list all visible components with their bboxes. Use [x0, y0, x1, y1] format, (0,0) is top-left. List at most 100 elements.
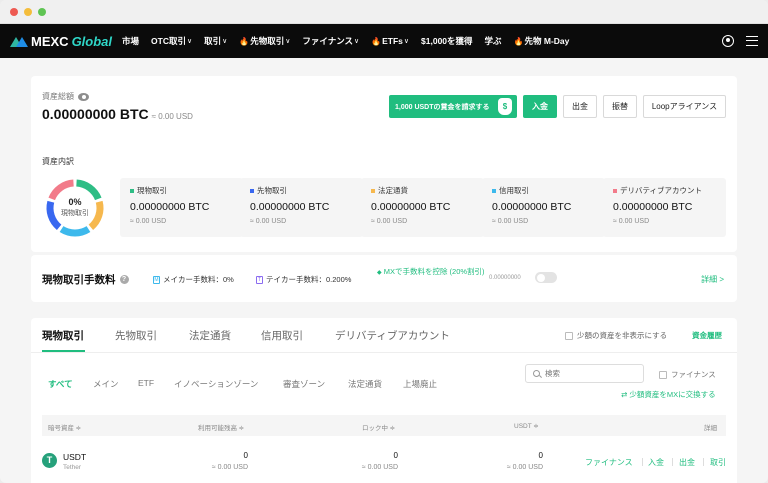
filter-1[interactable]: メイン	[93, 378, 119, 390]
deposit-button[interactable]: 入金	[523, 95, 557, 118]
available-balance: 0 ≈ 0.00 USD	[212, 451, 248, 471]
deposit-action-link[interactable]: 入金	[648, 457, 664, 468]
fire-icon: 🔥	[371, 36, 382, 46]
money-bag-icon: $	[498, 98, 512, 115]
account-name: 信用取引	[492, 185, 595, 196]
fee-detail-link[interactable]: 詳細 >	[701, 274, 724, 285]
search-box[interactable]	[525, 364, 644, 383]
donut-segment	[59, 225, 91, 237]
maker-fee-text: メイカー手数料：0%	[163, 275, 234, 284]
convert-link-text: 少額資産をMXに交換する	[629, 390, 716, 399]
col-available[interactable]: 利用可能残高 ≑	[198, 422, 244, 432]
donut-subtitle: 現物取引	[61, 210, 89, 217]
account-usd: ≈ 0.00 USD	[613, 218, 650, 225]
fire-icon: 🔥	[239, 36, 250, 46]
tab-4[interactable]: デリバティブアカウント	[335, 328, 450, 343]
hide-small-checkbox[interactable]	[565, 331, 573, 340]
tether-icon: T	[42, 453, 57, 468]
nav-item-label: $1,000を獲得	[421, 36, 473, 46]
search-input[interactable]	[545, 369, 635, 378]
col-crypto[interactable]: 暗号資産 ≑	[48, 422, 81, 432]
mx-balance: 0.00000000	[489, 275, 521, 281]
account-tile-3[interactable]: 信用取引 0.00000000 BTC ≈ 0.00 USD	[482, 178, 605, 237]
mexc-logo[interactable]: MEXC Global	[10, 34, 112, 49]
trade-action-link[interactable]: 取引	[710, 457, 726, 468]
account-btc: 0.00000000 BTC	[613, 201, 693, 213]
account-name: 現物取引	[130, 185, 233, 196]
account-btc: 0.00000000 BTC	[130, 201, 210, 213]
nav-item-label: 市場	[122, 36, 140, 46]
withdraw-action-link[interactable]: 出金	[679, 457, 695, 468]
nav-item-6[interactable]: $1,000を獲得	[421, 35, 473, 47]
claim-prize-button[interactable]: 1,000 USDTの賞金を請求する $	[389, 95, 517, 118]
nav-item-2[interactable]: 取引 ∨	[204, 35, 227, 47]
nav-item-0[interactable]: 市場	[122, 35, 139, 47]
nav-item-5[interactable]: 🔥 ETFs ∨	[371, 36, 409, 46]
nav-item-1[interactable]: OTC取引 ∨	[151, 35, 192, 47]
nav-item-label: 先物取引	[250, 36, 285, 46]
nav-item-4[interactable]: ファイナンス ∨	[302, 35, 359, 47]
withdraw-button[interactable]: 出金	[563, 95, 597, 118]
account-color-marker	[613, 188, 617, 193]
tab-divider	[31, 352, 737, 353]
funds-history-link[interactable]: 資金履歴	[692, 330, 722, 341]
tab-3[interactable]: 信用取引	[261, 328, 303, 343]
filter-2[interactable]: ETF	[138, 378, 154, 388]
filter-4[interactable]: 審査ゾーン	[283, 378, 325, 390]
account-btc: 0.00000000 BTC	[492, 201, 572, 213]
account-name-text: 信用取引	[499, 186, 529, 195]
mx-icon: ◆	[377, 270, 382, 276]
finance-checkbox[interactable]	[659, 370, 667, 379]
nav-menu: 市場 OTC取引 ∨ 取引 ∨ 🔥 先物取引 ∨ ファイナンス ∨ 🔥 ETFs ∨ $1,000を獲得学…	[122, 35, 581, 47]
account-tile-0[interactable]: 現物取引 0.00000000 BTC ≈ 0.00 USD	[120, 178, 243, 237]
transfer-button[interactable]: 振替	[603, 95, 637, 118]
col-locked[interactable]: ロック中 ≑	[362, 422, 395, 432]
account-tile-1[interactable]: 先物取引 0.00000000 BTC ≈ 0.00 USD	[240, 178, 363, 237]
taker-fee-text: テイカー手数料：0.200%	[266, 275, 352, 284]
filter-3[interactable]: イノベーションゾーン	[174, 378, 258, 390]
account-color-marker	[130, 188, 134, 193]
menu-icon[interactable]	[746, 36, 758, 46]
action-separator	[703, 458, 704, 466]
convert-to-mx-link[interactable]: ⇄ 少額資産をMXに交換する	[621, 389, 716, 400]
convert-icon: ⇄	[621, 390, 628, 399]
loop-alliance-button[interactable]: Loopアライアンス	[643, 95, 726, 118]
account-name-text: 先物取引	[257, 186, 287, 195]
tab-2[interactable]: 法定通貨	[189, 328, 231, 343]
minimize-window-button[interactable]	[24, 7, 32, 16]
account-tile-2[interactable]: 法定通貨 0.00000000 BTC ≈ 0.00 USD	[361, 178, 484, 237]
nav-item-label: 取引	[204, 36, 222, 46]
hide-small-assets[interactable]: 少額の資産を非表示にする	[565, 330, 667, 341]
logo-brand: MEXC	[31, 33, 69, 49]
nav-item-8[interactable]: 🔥 先物 M-Day	[514, 35, 570, 47]
tab-0[interactable]: 現物取引	[42, 328, 84, 343]
usdt-usd: ≈ 0.00 USD	[506, 464, 543, 471]
nav-item-label: ファイナンス	[302, 36, 354, 46]
tab-1[interactable]: 先物取引	[115, 328, 157, 343]
coin-name: Tether	[63, 464, 82, 471]
account-name-text: デリバティブアカウント	[620, 186, 703, 195]
user-icon[interactable]	[722, 35, 734, 47]
question-icon[interactable]: ?	[119, 275, 129, 284]
eye-icon[interactable]	[78, 92, 89, 101]
nav-item-label: ETFs	[382, 36, 403, 46]
filter-0[interactable]: すべて	[48, 378, 73, 390]
account-name: 先物取引	[250, 185, 353, 196]
spot-fee-card: 現物取引手数料 ? M メイカー手数料：0% T テイカー手数料：0.200% …	[31, 255, 737, 302]
maximize-window-button[interactable]	[38, 7, 46, 16]
nav-item-7[interactable]: 学ぶ	[485, 35, 502, 47]
close-window-button[interactable]	[10, 7, 18, 16]
finance-filter[interactable]: ファイナンス	[659, 369, 716, 380]
available-value: 0	[243, 451, 248, 460]
chevron-down-icon: ∨	[285, 38, 291, 45]
filter-5[interactable]: 法定通貨	[348, 378, 382, 390]
locked-balance: 0 ≈ 0.00 USD	[362, 451, 398, 471]
mx-discount-toggle[interactable]	[535, 272, 557, 283]
filter-6[interactable]: 上場廃止	[403, 378, 437, 390]
col-usdt[interactable]: USDT ≑	[514, 422, 539, 430]
finance-action-link[interactable]: ファイナンス	[585, 457, 633, 468]
nav-item-3[interactable]: 🔥 先物取引 ∨	[239, 35, 290, 47]
logo-suffix: Global	[71, 33, 113, 49]
account-tile-4[interactable]: デリバティブアカウント 0.00000000 BTC ≈ 0.00 USD	[603, 178, 726, 237]
available-usd: ≈ 0.00 USD	[211, 464, 248, 471]
